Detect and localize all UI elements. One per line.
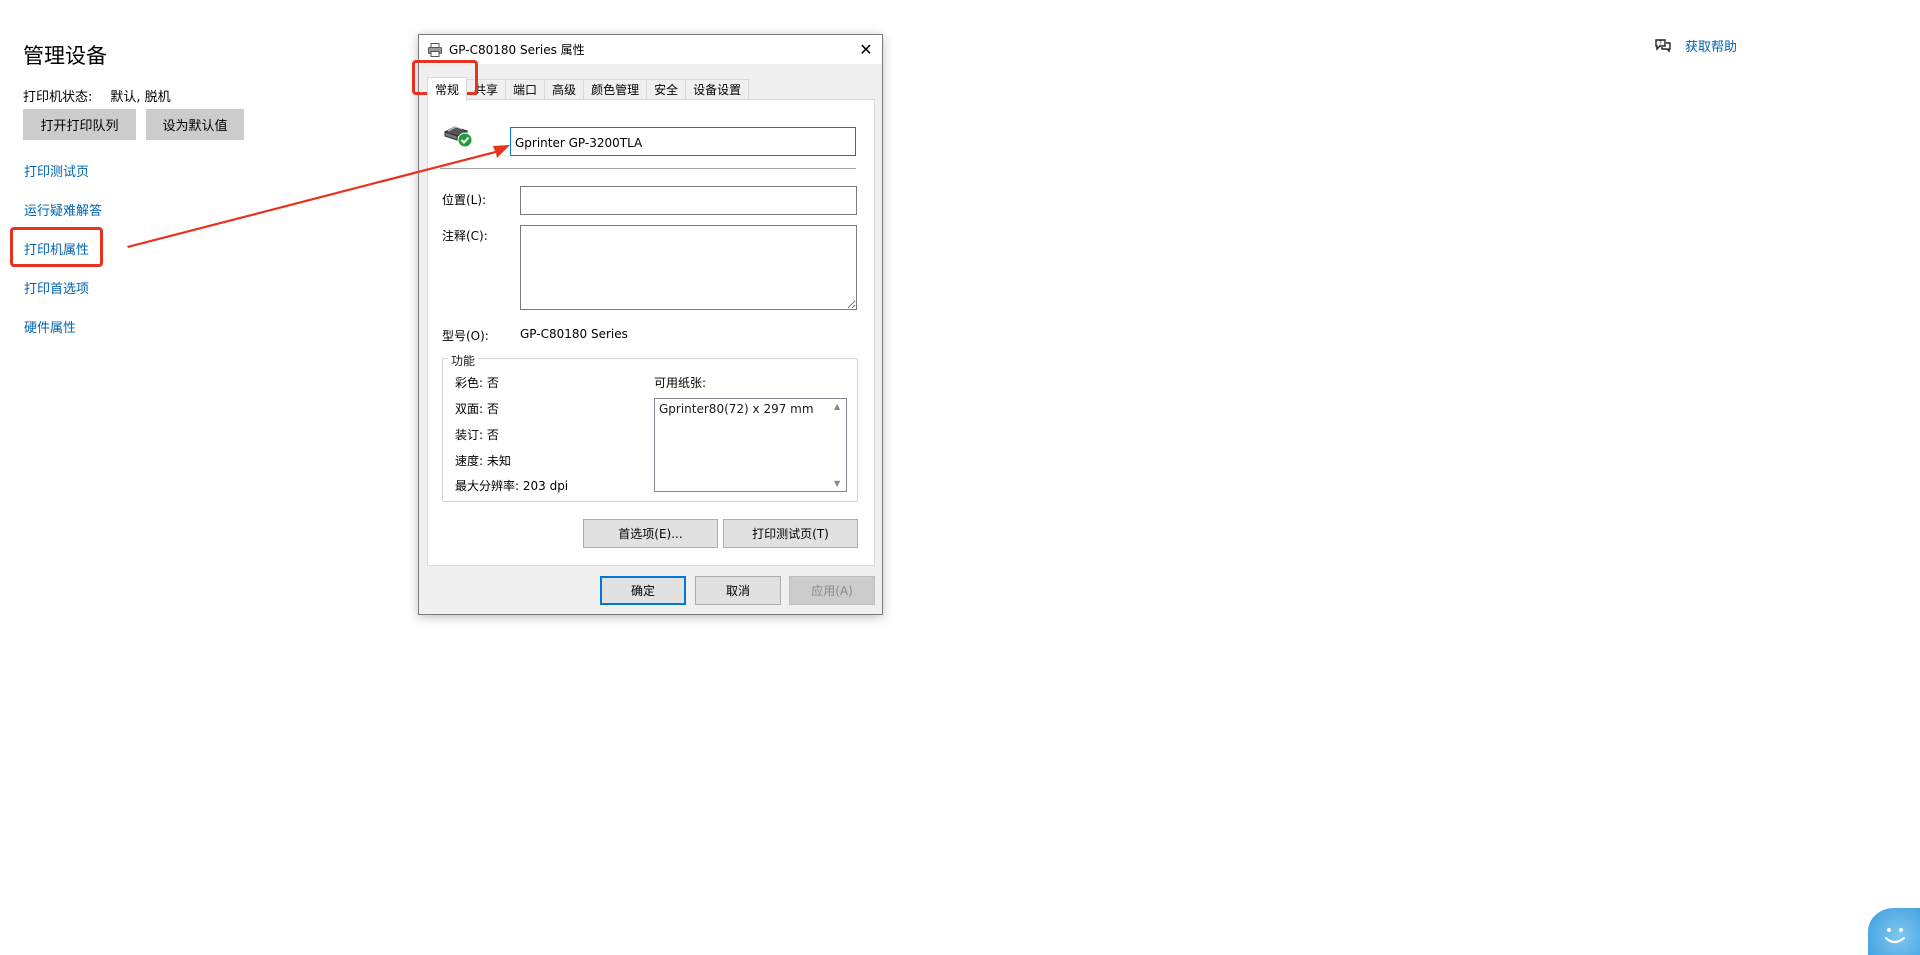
tab-general[interactable]: 常规 <box>427 77 468 101</box>
annotation-arrow <box>127 145 510 248</box>
assistant-bubble-icon[interactable] <box>1868 908 1920 955</box>
